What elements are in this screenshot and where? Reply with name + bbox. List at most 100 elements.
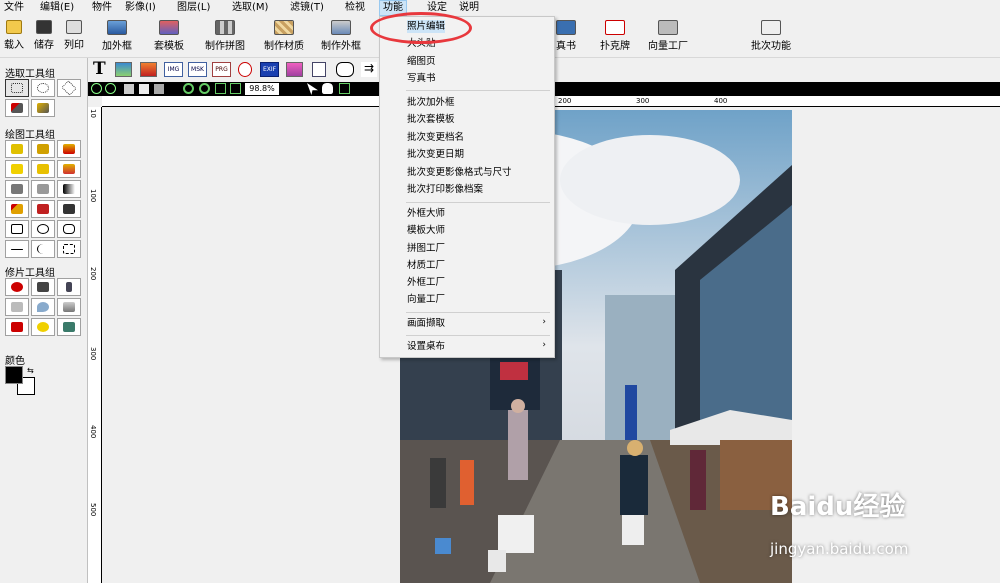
menu-file[interactable]: 文件 (1, 1, 27, 15)
rect-select-tool[interactable] (5, 79, 29, 97)
curve-tool[interactable] (31, 240, 55, 258)
speech-bubble-icon[interactable] (336, 62, 354, 77)
copy-icon[interactable] (124, 84, 134, 94)
adjust-tool[interactable] (57, 318, 81, 336)
zoom-out-icon[interactable] (199, 83, 210, 94)
menu-item-batch-frame[interactable]: 批次加外框 (407, 96, 455, 109)
menu-item-outer-frame-factory[interactable]: 外框工厂 (407, 276, 445, 289)
pencil-tool[interactable] (5, 200, 29, 218)
menu-image[interactable]: 影像(I) (122, 1, 159, 15)
arrows-icon[interactable]: ⇉ (361, 62, 377, 77)
menu-item-thumbnail-page[interactable]: 缩图页 (407, 55, 436, 68)
zoom-in-icon[interactable] (183, 83, 194, 94)
redo-icon[interactable] (105, 83, 116, 94)
apply-template-button[interactable]: 套模板 (154, 20, 184, 52)
batch-function-button[interactable]: 批次功能 (751, 20, 791, 52)
brush-tool[interactable] (5, 140, 29, 158)
rounded-rect-tool[interactable] (57, 220, 81, 238)
photo-book-button[interactable]: 真书 (556, 20, 576, 52)
menu-layer[interactable]: 图层(L) (174, 1, 213, 15)
menu-item-batch-rename[interactable]: 批次变更档名 (407, 131, 464, 144)
img-button[interactable]: IMG (164, 62, 183, 77)
red-eye-tool[interactable] (5, 278, 29, 296)
msk-button[interactable]: MSK (188, 62, 207, 77)
rectangle-tool[interactable] (5, 220, 29, 238)
pen-tool[interactable] (31, 200, 55, 218)
zoom-level[interactable]: 98.8% (245, 83, 279, 95)
menu-item-collage-factory[interactable]: 拼图工厂 (407, 242, 445, 255)
sharpen-tool[interactable] (5, 298, 29, 316)
spray-tool[interactable] (57, 140, 81, 158)
clone-tool[interactable] (31, 278, 55, 296)
make-outer-frame-button[interactable]: 制作外框 (321, 20, 361, 52)
menu-help[interactable]: 说明 (456, 1, 482, 15)
gradient-tool[interactable] (57, 180, 81, 198)
menu-item-vector-factory[interactable]: 向量工厂 (407, 293, 445, 306)
color-replace-tool[interactable] (57, 160, 81, 178)
menu-item-batch-format-size[interactable]: 批次变更影像格式与尺寸 (407, 166, 512, 179)
menu-item-texture-factory[interactable]: 材质工厂 (407, 259, 445, 272)
transform-tool[interactable] (57, 240, 81, 258)
fit-window-icon[interactable] (215, 83, 226, 94)
floppy-icon (36, 20, 52, 34)
dodge-tool[interactable] (31, 318, 55, 336)
menu-item-photo-book[interactable]: 写真书 (407, 72, 436, 85)
make-collage-button[interactable]: 制作拼图 (205, 20, 245, 52)
line-tool[interactable] (5, 240, 29, 258)
menu-select[interactable]: 选取(M) (229, 1, 271, 15)
plus-box-icon[interactable] (339, 83, 350, 94)
smudge-tool[interactable] (31, 160, 55, 178)
load-button[interactable]: 载入 (4, 20, 24, 51)
exif-button[interactable]: EXIF (260, 62, 279, 77)
fill-tool[interactable] (31, 180, 55, 198)
paste-icon[interactable] (139, 84, 149, 94)
ellipse-tool[interactable] (31, 220, 55, 238)
pointer-icon[interactable] (307, 83, 318, 95)
undo-icon[interactable] (91, 83, 102, 94)
save-button[interactable]: 储存 (34, 20, 54, 51)
pyramid-tool[interactable] (57, 298, 81, 316)
menu-item-template-master[interactable]: 模板大师 (407, 224, 445, 237)
eraser-tool[interactable] (5, 160, 29, 178)
ellipse-select-tool[interactable] (31, 79, 55, 97)
menu-object[interactable]: 物件 (89, 1, 115, 15)
submenu-arrow-icon: › (542, 340, 546, 350)
menu-item-frame-master[interactable]: 外框大师 (407, 207, 445, 220)
hand-icon[interactable] (322, 83, 333, 94)
stamp-tool[interactable] (5, 180, 29, 198)
select-brush-tool[interactable] (31, 99, 55, 117)
text-tool-button[interactable]: T (93, 59, 106, 79)
poker-card-button[interactable]: 扑克牌 (600, 20, 630, 52)
cake-icon[interactable] (286, 62, 303, 77)
foreground-color-swatch[interactable] (5, 366, 23, 384)
airbrush-tool[interactable] (31, 140, 55, 158)
blur-tool[interactable] (31, 298, 55, 316)
actual-size-icon[interactable] (230, 83, 241, 94)
menu-bar: 文件 编辑(E) 物件 影像(I) 图层(L) 选取(M) 滤镜(T) 检视 功… (0, 0, 1000, 16)
menu-item-batch-print[interactable]: 批次打印影像档案 (407, 183, 483, 196)
sunset-icon[interactable] (140, 62, 157, 77)
menu-item-batch-date[interactable]: 批次变更日期 (407, 148, 464, 161)
menu-item-screen-capture[interactable]: 画面撷取 (407, 317, 445, 330)
color-brush-tool[interactable] (5, 318, 29, 336)
menu-filter[interactable]: 滤镜(T) (287, 1, 327, 15)
make-texture-button[interactable]: 制作材质 (264, 20, 304, 52)
add-frame-button[interactable]: 加外框 (102, 20, 132, 52)
landscape-icon[interactable] (115, 62, 132, 77)
folder-icon (6, 20, 22, 34)
prg-button[interactable]: PRG (212, 62, 231, 77)
menu-item-set-wallpaper[interactable]: 设置桌布 (407, 340, 445, 353)
print-button[interactable]: 列印 (64, 20, 84, 51)
menu-item-batch-template[interactable]: 批次套模板 (407, 113, 455, 126)
lasso-tool[interactable] (57, 79, 81, 97)
bottle-tool[interactable] (57, 278, 81, 296)
calendar-icon[interactable] (312, 62, 326, 77)
menu-edit[interactable]: 编辑(E) (37, 1, 77, 15)
menu-view[interactable]: 检视 (342, 1, 368, 15)
vector-factory-button[interactable]: 向量工厂 (648, 20, 688, 52)
swap-colors-icon[interactable]: ⇆ (27, 366, 34, 375)
eyedropper-tool[interactable] (57, 200, 81, 218)
cut-icon[interactable] (154, 84, 164, 94)
magic-wand-tool[interactable] (5, 99, 29, 117)
clock-icon[interactable] (238, 62, 252, 77)
